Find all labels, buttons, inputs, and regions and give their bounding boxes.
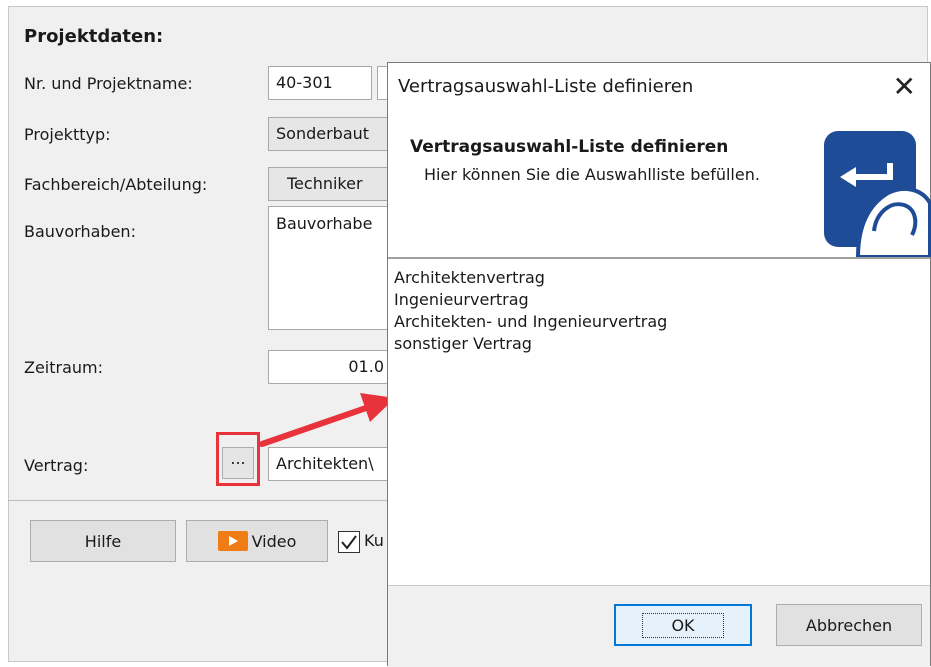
enter-key-touch-icon	[824, 131, 931, 257]
dialog-header-subtitle: Hier können Sie die Auswahlliste befülle…	[424, 165, 760, 184]
section-title: Projektdaten:	[24, 26, 164, 47]
list-item: sonstiger Vertrag	[394, 334, 532, 353]
list-item: Ingenieurvertrag	[394, 290, 529, 309]
checkbox-label: Ku	[364, 531, 384, 550]
highlight-box	[216, 432, 260, 486]
zeitraum-start-field[interactable]: 01.0	[268, 350, 392, 384]
zeitraum-label: Zeitraum:	[24, 358, 104, 377]
dialog-header-title: Vertragsauswahl-Liste definieren	[410, 137, 729, 157]
checkbox-checked-icon[interactable]	[338, 531, 360, 553]
vertrag-list-dialog: Vertragsauswahl-Liste definieren ✕ Vertr…	[387, 62, 931, 667]
help-button-label: Hilfe	[84, 531, 122, 551]
bauvorhaben-label: Bauvorhaben:	[24, 222, 136, 241]
cancel-button-label: Abbrechen	[805, 615, 893, 635]
cancel-button[interactable]: Abbrechen	[776, 604, 922, 646]
fachbereich-label: Fachbereich/Abteilung:	[24, 175, 208, 194]
fachbereich-dropdown[interactable]: Techniker	[268, 167, 392, 201]
bauvorhaben-textarea[interactable]: Bauvorhabe	[268, 206, 392, 330]
nr-name-label: Nr. und Projektname:	[24, 74, 193, 93]
projekttyp-label: Projekttyp:	[24, 125, 111, 144]
vertrag-list-editor[interactable]: Architektenvertrag Ingenieurvertrag Arch…	[388, 259, 930, 585]
ok-button-label: OK	[642, 612, 724, 638]
video-button-label: Video	[251, 531, 297, 551]
list-item: Architektenvertrag	[394, 268, 545, 287]
help-button[interactable]: Hilfe	[30, 520, 176, 562]
list-item: Architekten- und Ingenieurvertrag	[394, 312, 668, 331]
dialog-footer: OK Abbrechen	[388, 586, 930, 667]
vertrag-dropdown[interactable]: Architekten\	[268, 447, 392, 481]
ok-button[interactable]: OK	[614, 604, 752, 646]
video-button[interactable]: Video	[186, 520, 328, 562]
divider	[8, 500, 392, 501]
dialog-title: Vertragsauswahl-Liste definieren	[398, 76, 694, 97]
project-number-field[interactable]: 40-301	[268, 66, 372, 100]
projekttyp-dropdown[interactable]: Sonderbaut	[268, 117, 392, 151]
vertrag-label: Vertrag:	[24, 456, 89, 475]
close-icon[interactable]: ✕	[893, 69, 916, 105]
video-icon	[217, 531, 248, 551]
